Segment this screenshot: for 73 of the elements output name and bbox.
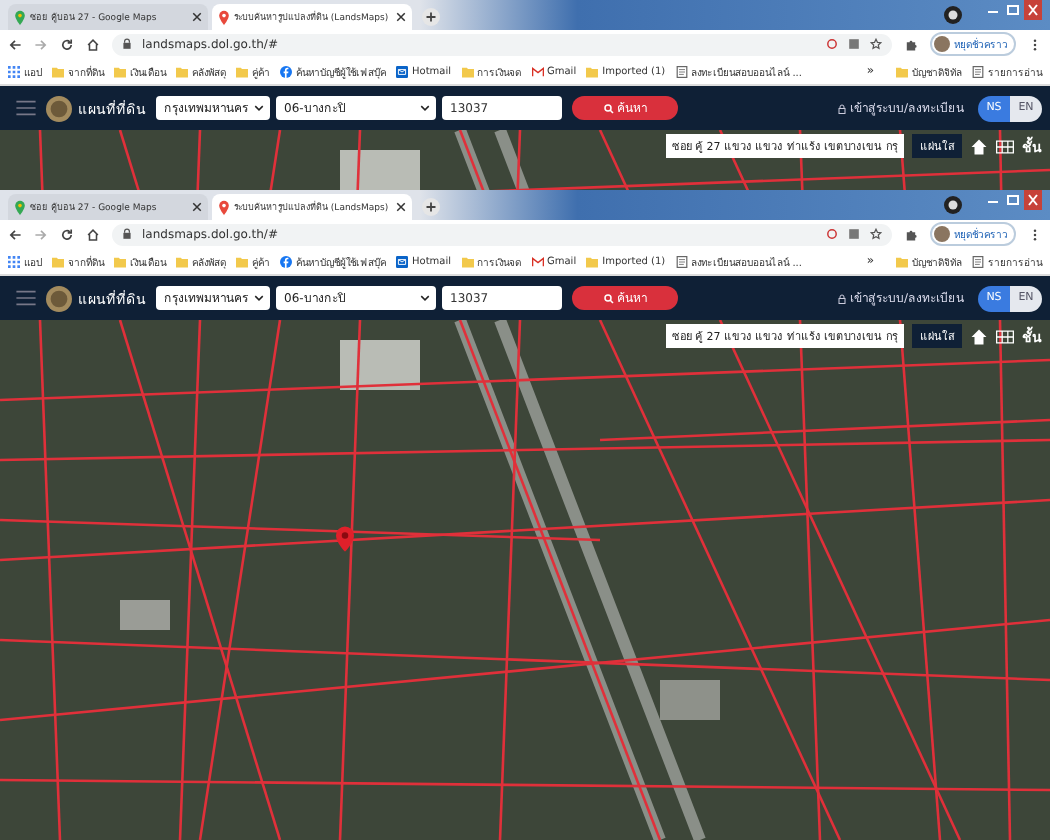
folder-icon <box>114 255 126 267</box>
location-icon[interactable] <box>826 228 838 240</box>
page-icon <box>972 65 984 77</box>
envelope-icon <box>531 65 543 77</box>
lock-icon <box>837 103 846 113</box>
folder-icon <box>236 255 248 267</box>
back-icon[interactable] <box>8 37 22 51</box>
folder-icon <box>52 255 64 267</box>
apps-grid-icon <box>8 255 20 267</box>
profile-icon[interactable] <box>944 6 962 24</box>
map-pin-icon <box>14 9 26 25</box>
page-icon <box>675 255 688 267</box>
new-tab-icon[interactable] <box>422 8 440 26</box>
caret-icon <box>420 294 430 302</box>
puzzle-icon[interactable] <box>904 37 918 51</box>
close-icon[interactable] <box>192 12 202 22</box>
menu-icon[interactable] <box>1028 37 1042 51</box>
caret-icon <box>420 104 430 112</box>
back-icon[interactable] <box>8 227 22 241</box>
grid-icon[interactable] <box>996 137 1014 155</box>
apps-grid-icon <box>8 65 20 77</box>
page-icon <box>675 65 688 77</box>
map-pin-icon <box>14 199 26 215</box>
folder-icon <box>114 65 126 77</box>
menu-icon[interactable] <box>1028 227 1042 241</box>
lock-icon <box>122 38 132 50</box>
folder-icon <box>896 65 908 77</box>
location-icon[interactable] <box>826 38 838 50</box>
grid-icon[interactable] <box>996 327 1014 345</box>
search-icon <box>603 293 613 303</box>
home-icon[interactable] <box>86 227 100 241</box>
circle-f-icon <box>280 255 292 267</box>
folder-icon <box>176 255 188 267</box>
lock-icon <box>122 228 132 240</box>
new-tab-icon[interactable] <box>422 198 440 216</box>
circle-f-icon <box>280 65 292 77</box>
close-icon[interactable] <box>192 202 202 212</box>
reload-icon[interactable] <box>60 37 74 51</box>
lock-icon <box>837 293 846 303</box>
page-icon <box>972 255 984 267</box>
mail-icon <box>396 255 408 267</box>
close-icon[interactable] <box>396 202 406 212</box>
reload-icon[interactable] <box>60 227 74 241</box>
folder-icon <box>236 65 248 77</box>
folder-icon <box>52 65 64 77</box>
window-controls[interactable] <box>982 0 1042 20</box>
seal-logo-icon <box>46 95 72 121</box>
map-pin-icon <box>218 9 230 25</box>
mail-icon <box>396 65 408 77</box>
map-pin-icon <box>218 199 230 215</box>
avatar-icon <box>934 36 950 52</box>
home-icon[interactable] <box>86 37 100 51</box>
puzzle-icon[interactable] <box>904 227 918 241</box>
seal-logo-icon <box>46 285 72 311</box>
home-icon[interactable] <box>970 137 988 155</box>
envelope-icon <box>531 255 543 267</box>
caret-icon <box>254 104 264 112</box>
folder-icon <box>461 255 473 267</box>
folder-icon <box>586 255 599 267</box>
close-icon[interactable] <box>396 12 406 22</box>
folder-icon <box>461 65 473 77</box>
star-icon[interactable] <box>870 38 882 50</box>
folder-icon <box>586 65 599 77</box>
folder-icon <box>176 65 188 77</box>
home-icon[interactable] <box>970 327 988 345</box>
profile-icon[interactable] <box>944 196 962 214</box>
map-pin-icon <box>336 526 354 552</box>
search-icon <box>603 103 613 113</box>
avatar-icon <box>934 226 950 242</box>
caret-icon <box>254 294 264 302</box>
star-icon[interactable] <box>870 228 882 240</box>
folder-icon <box>896 255 908 267</box>
window-controls[interactable] <box>982 190 1042 210</box>
